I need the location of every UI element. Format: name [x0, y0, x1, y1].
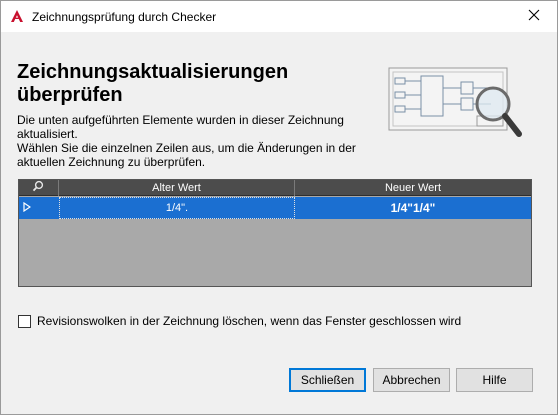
zoom-search-icon: [32, 180, 46, 197]
close-button[interactable]: [511, 1, 557, 32]
row-selector[interactable]: [19, 197, 59, 219]
autocad-a-icon: [10, 9, 24, 23]
title-bar[interactable]: Zeichnungsprüfung durch Checker: [1, 1, 557, 32]
page-title: Zeichnungsaktualisierungen überprüfen: [17, 61, 347, 107]
page-title-line-2: überprüfen: [17, 84, 123, 106]
column-header-old-value[interactable]: Alter Wert: [59, 180, 295, 196]
description-line-1: Die unten aufgeführten Elemente wurden i…: [17, 113, 344, 141]
dialog-window: Zeichnungsprüfung durch Checker Zeichnun…: [0, 0, 558, 415]
delete-revision-clouds-label: Revisionswolken in der Zeichnung löschen…: [37, 314, 462, 328]
delete-revision-clouds-checkbox[interactable]: [18, 314, 31, 328]
table-row[interactable]: 1/4". 1/4"1/4": [19, 197, 531, 219]
close-icon: [528, 8, 540, 26]
cell-new-value[interactable]: 1/4"1/4": [295, 197, 531, 219]
window-title: Zeichnungsprüfung durch Checker: [32, 10, 217, 24]
delete-revision-clouds-option[interactable]: Revisionswolken in der Zeichnung löschen…: [18, 314, 461, 328]
cancel-button[interactable]: Abbrechen: [373, 368, 450, 392]
help-button[interactable]: Hilfe: [456, 368, 533, 392]
description: Die unten aufgeführten Elemente wurden i…: [17, 113, 367, 169]
column-header-new-value[interactable]: Neuer Wert: [295, 180, 531, 196]
column-header-icon[interactable]: [19, 180, 59, 196]
drawing-magnifier-icon: [381, 64, 531, 144]
description-line-2: Wählen Sie die einzelnen Zeilen aus, um …: [17, 141, 356, 169]
cell-old-value[interactable]: 1/4".: [59, 197, 295, 219]
changes-table[interactable]: Alter Wert Neuer Wert 1/4". 1/4"1/4": [18, 179, 532, 287]
page-title-line-1: Zeichnungsaktualisierungen: [17, 61, 289, 83]
table-header: Alter Wert Neuer Wert: [19, 180, 531, 196]
close-dialog-button[interactable]: Schließen: [289, 368, 366, 392]
play-arrow-icon: [23, 199, 32, 217]
